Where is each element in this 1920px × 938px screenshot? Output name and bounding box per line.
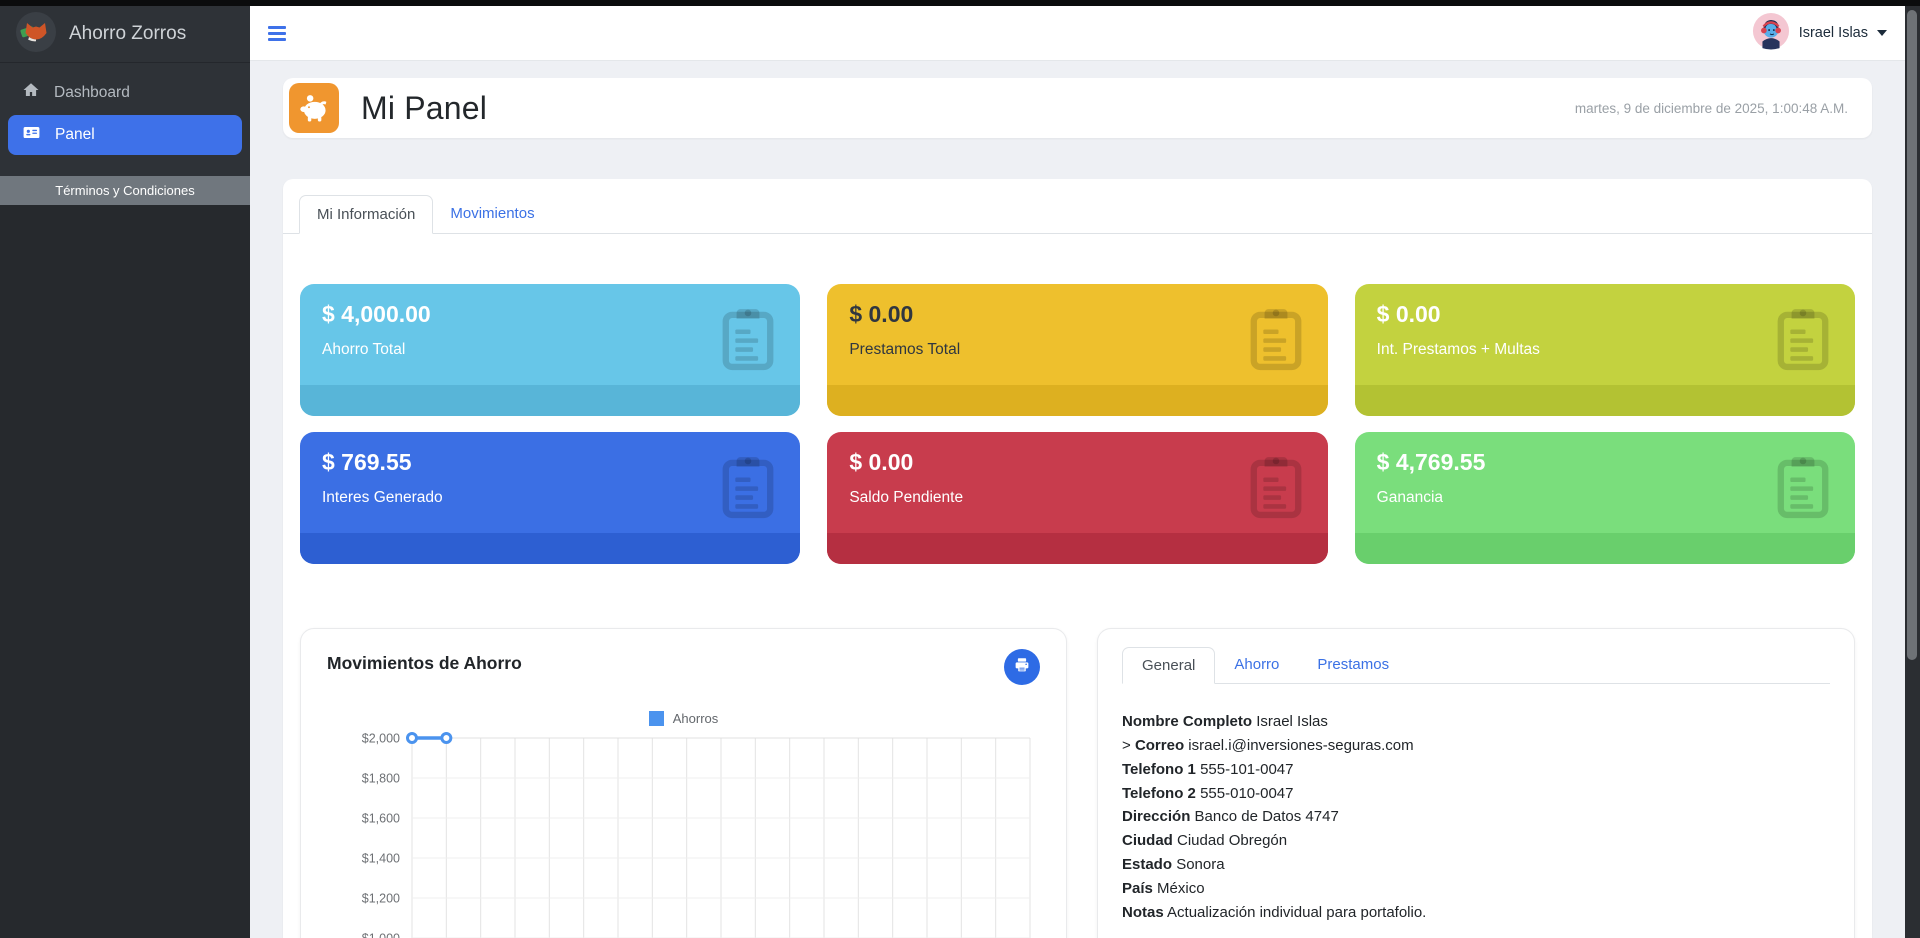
stat-label: Int. Prestamos + Multas: [1377, 341, 1833, 359]
stat-card-ahorro-total[interactable]: $ 4,000.00 Ahorro Total: [300, 284, 800, 416]
field-direccion: Dirección Banco de Datos 4747: [1122, 805, 1830, 829]
stat-label: Interes Generado: [322, 489, 778, 507]
field-telefono-2: Telefono 2 555-010-0047: [1122, 782, 1830, 806]
main-tabs: Mi Información Movimientos: [283, 179, 1872, 234]
sidebar-empty-area: [0, 205, 250, 938]
svg-text:$1,400: $1,400: [362, 852, 400, 866]
sidebar-nav: Dashboard Panel: [0, 63, 250, 164]
stat-value: $ 0.00: [1377, 301, 1833, 328]
stat-label: Ganancia: [1377, 489, 1833, 507]
stat-card-prestamos-total[interactable]: $ 0.00 Prestamos Total: [827, 284, 1327, 416]
tab-movimientos[interactable]: Movimientos: [433, 195, 551, 234]
avatar: [1752, 12, 1790, 55]
info-tabs: General Ahorro Prestamos: [1122, 647, 1830, 684]
savings-chart-card: Movimientos de Ahorro: [300, 628, 1067, 938]
stat-value: $ 769.55: [322, 449, 778, 476]
tab-general[interactable]: General: [1122, 647, 1215, 684]
stat-value: $ 0.00: [849, 301, 1305, 328]
clipboard-icon: [720, 454, 776, 525]
fox-logo-icon: [16, 12, 56, 57]
tab-mi-informacion[interactable]: Mi Información: [299, 195, 433, 234]
field-estado: Estado Sonora: [1122, 853, 1830, 877]
page-header-card: Mi Panel martes, 9 de diciembre de 2025,…: [283, 78, 1872, 138]
sidebar-item-label: Panel: [55, 126, 95, 144]
sidebar: Ahorro Zorros Dashboard Panel Términos y…: [0, 6, 250, 938]
window-top-edge: [0, 0, 1920, 6]
user-menu[interactable]: Israel Islas: [1752, 12, 1887, 55]
sidebar-item-label: Dashboard: [54, 84, 130, 102]
chart-title: Movimientos de Ahorro: [327, 649, 522, 674]
sidebar-item-panel[interactable]: Panel: [8, 115, 242, 155]
svg-text:$2,000: $2,000: [362, 732, 400, 746]
menu-icon[interactable]: [264, 22, 290, 45]
dashboard-tab-card: Mi Información Movimientos $ 4,000.00 Ah…: [283, 179, 1872, 938]
page-scrollbar[interactable]: [1905, 6, 1920, 938]
stat-card-footer: [1355, 385, 1855, 416]
terms-and-conditions-link[interactable]: Términos y Condiciones: [0, 176, 250, 205]
home-icon: [22, 81, 40, 104]
main-content: Mi Panel martes, 9 de diciembre de 2025,…: [250, 61, 1905, 938]
printer-icon: [1013, 656, 1031, 679]
clipboard-icon: [1248, 306, 1304, 377]
id-card-icon: [22, 123, 41, 147]
stat-card-interes-generado[interactable]: $ 769.55 Interes Generado: [300, 432, 800, 564]
field-ciudad: Ciudad Ciudad Obregón: [1122, 829, 1830, 853]
stat-card-ganancia[interactable]: $ 4,769.55 Ganancia: [1355, 432, 1855, 564]
stat-card-int-prestamos-multas[interactable]: $ 0.00 Int. Prestamos + Multas: [1355, 284, 1855, 416]
savings-line-chart: $2,000 $1,800 $1,600 $1,400 $1,200 $1,000: [327, 730, 1040, 938]
stat-label: Ahorro Total: [322, 341, 778, 359]
stat-card-footer: [827, 385, 1327, 416]
bottom-row: Movimientos de Ahorro: [300, 628, 1855, 938]
stat-value: $ 4,000.00: [322, 301, 778, 328]
stat-cards-grid: $ 4,000.00 Ahorro Total $ 0.00 Prestamos…: [283, 234, 1872, 564]
piggy-bank-icon: [289, 83, 339, 133]
sidebar-item-dashboard[interactable]: Dashboard: [8, 73, 242, 112]
topbar: Israel Islas: [250, 6, 1905, 61]
legend-swatch-ahorros: [649, 711, 664, 726]
svg-text:$1,800: $1,800: [362, 772, 400, 786]
field-notas: Notas Actualización individual para port…: [1122, 901, 1830, 925]
user-name: Israel Islas: [1799, 25, 1868, 41]
app-brand[interactable]: Ahorro Zorros: [0, 6, 250, 63]
member-details: Nombre Completo Israel Islas > Correo is…: [1122, 710, 1830, 925]
header-date: martes, 9 de diciembre de 2025, 1:00:48 …: [1575, 101, 1848, 116]
field-nombre-completo: Nombre Completo Israel Islas: [1122, 710, 1830, 734]
stat-label: Saldo Pendiente: [849, 489, 1305, 507]
legend-label: Ahorros: [673, 711, 719, 726]
app-title: Ahorro Zorros: [69, 23, 186, 45]
stat-card-footer: [300, 385, 800, 416]
stat-value: $ 4,769.55: [1377, 449, 1833, 476]
field-correo: > Correo israel.i@inversiones-seguras.co…: [1122, 734, 1830, 758]
clipboard-icon: [720, 306, 776, 377]
stat-card-footer: [300, 533, 800, 564]
svg-text:$1,000: $1,000: [362, 932, 400, 938]
member-info-card: General Ahorro Prestamos Nombre Completo…: [1097, 628, 1855, 938]
clipboard-icon: [1248, 454, 1304, 525]
stat-card-footer: [827, 533, 1327, 564]
field-pais: País México: [1122, 877, 1830, 901]
svg-text:$1,600: $1,600: [362, 812, 400, 826]
clipboard-icon: [1775, 454, 1831, 525]
chart-legend: Ahorros: [327, 711, 1040, 726]
stat-card-footer: [1355, 533, 1855, 564]
scrollbar-thumb[interactable]: [1907, 10, 1917, 660]
print-button[interactable]: [1004, 649, 1040, 685]
tab-ahorro[interactable]: Ahorro: [1215, 647, 1298, 684]
field-telefono-1: Telefono 1 555-101-0047: [1122, 758, 1830, 782]
clipboard-icon: [1775, 306, 1831, 377]
caret-down-icon: [1877, 30, 1887, 36]
stat-card-saldo-pendiente[interactable]: $ 0.00 Saldo Pendiente: [827, 432, 1327, 564]
svg-text:$1,200: $1,200: [362, 892, 400, 906]
page-title: Mi Panel: [361, 90, 487, 127]
stat-label: Prestamos Total: [849, 341, 1305, 359]
stat-value: $ 0.00: [849, 449, 1305, 476]
tab-prestamos[interactable]: Prestamos: [1298, 647, 1408, 684]
